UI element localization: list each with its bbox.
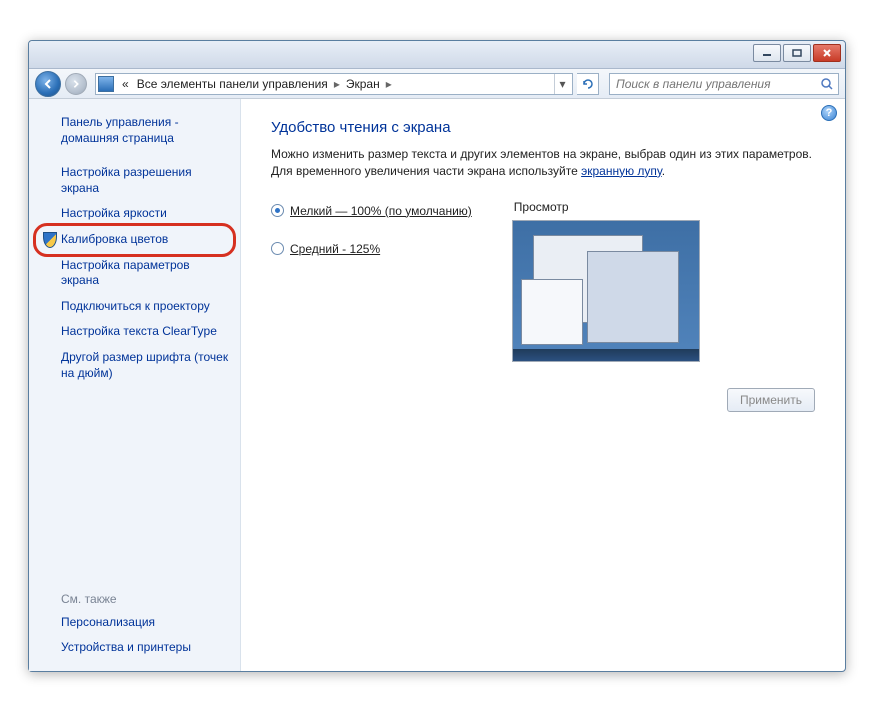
address-bar[interactable]: « Все элементы панели управления ▸ Экран… [95, 73, 573, 95]
see-also-personalization[interactable]: Персонализация [29, 610, 240, 636]
sidebar-tasks: Настройка разрешения экрана Настройка яр… [29, 160, 240, 386]
options-row: Мелкий — 100% (по умолчанию) Средний - 1… [271, 200, 815, 362]
see-also-devices-printers[interactable]: Устройства и принтеры [29, 635, 240, 661]
preview-image [512, 220, 700, 362]
control-panel-home-link[interactable]: Панель управления - домашняя страница [29, 115, 240, 160]
search-icon [820, 77, 834, 91]
chevron-right-icon: ▸ [332, 77, 342, 91]
breadcrumb-parent[interactable]: Все элементы панели управления [133, 77, 332, 91]
apply-button[interactable]: Применить [727, 388, 815, 412]
breadcrumb-prefix: « [118, 77, 133, 91]
sidebar-link-cleartype[interactable]: Настройка текста ClearType [29, 319, 240, 345]
titlebar [29, 41, 845, 69]
search-box[interactable] [609, 73, 839, 95]
sidebar-link-display-settings[interactable]: Настройка параметров экрана [29, 253, 240, 294]
sidebar-link-projector[interactable]: Подключиться к проектору [29, 294, 240, 320]
search-input[interactable] [614, 76, 820, 92]
chevron-right-icon: ▸ [384, 77, 394, 91]
see-also-header: См. также [29, 592, 240, 610]
address-dropdown[interactable]: ▾ [554, 74, 570, 94]
radio-label-small: Мелкий — 100% (по умолчанию) [290, 204, 472, 218]
refresh-button[interactable] [577, 73, 599, 95]
back-button[interactable] [35, 71, 61, 97]
sidebar: Панель управления - домашняя страница На… [29, 99, 241, 671]
nav-toolbar: « Все элементы панели управления ▸ Экран… [29, 69, 845, 99]
breadcrumb-current[interactable]: Экран [342, 77, 384, 91]
sidebar-link-label: Калибровка цветов [61, 232, 168, 246]
radio-medium[interactable]: Средний - 125% [271, 242, 472, 256]
radio-small[interactable]: Мелкий — 100% (по умолчанию) [271, 204, 472, 218]
sidebar-link-resolution[interactable]: Настройка разрешения экрана [29, 160, 240, 201]
page-description: Можно изменить размер текста и других эл… [271, 146, 815, 180]
page-title: Удобство чтения с экрана [271, 119, 815, 136]
size-options: Мелкий — 100% (по умолчанию) Средний - 1… [271, 200, 472, 362]
help-icon[interactable]: ? [821, 105, 837, 121]
apply-row: Применить [271, 388, 815, 412]
close-button[interactable] [813, 44, 841, 62]
radio-icon [271, 242, 284, 255]
preview-label: Просмотр [512, 200, 700, 214]
forward-button[interactable] [65, 73, 87, 95]
preview-group: Просмотр [512, 200, 700, 362]
control-panel-window: « Все элементы панели управления ▸ Экран… [28, 40, 846, 672]
radio-icon [271, 204, 284, 217]
sidebar-link-custom-dpi[interactable]: Другой размер шрифта (точек на дюйм) [29, 345, 240, 386]
location-icon [98, 76, 114, 92]
maximize-button[interactable] [783, 44, 811, 62]
minimize-button[interactable] [753, 44, 781, 62]
window-body: ? Панель управления - домашняя страница … [29, 99, 845, 671]
sidebar-link-brightness[interactable]: Настройка яркости [29, 201, 240, 227]
magnifier-link[interactable]: экранную лупу [581, 164, 662, 178]
sidebar-link-calibrate-color[interactable]: Калибровка цветов [29, 227, 240, 253]
radio-label-medium: Средний - 125% [290, 242, 380, 256]
main-content: Удобство чтения с экрана Можно изменить … [241, 99, 845, 671]
